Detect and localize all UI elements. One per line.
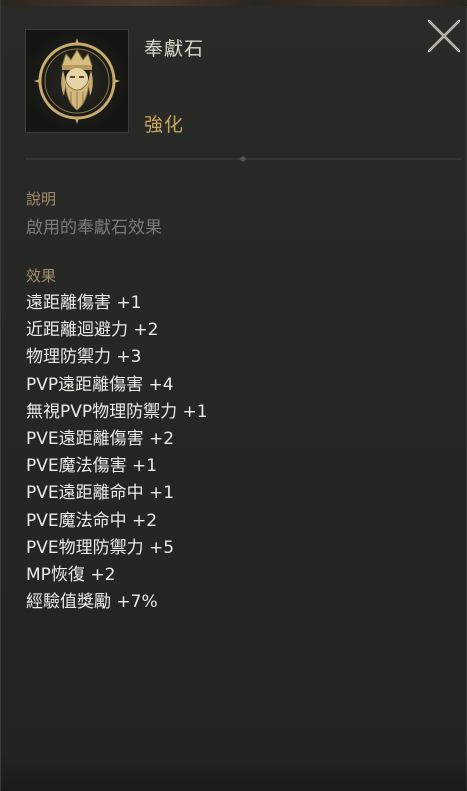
effect-item: 近距離迴避力 +2 (26, 320, 159, 341)
bearded-figure-emblem-icon (26, 30, 128, 132)
item-category: 強化 (144, 114, 185, 136)
bottom-shade (1, 751, 467, 791)
effect-item: 經驗值獎勵 +7% (26, 592, 158, 613)
item-name: 奉獻石 (144, 38, 205, 60)
effect-item: PVE魔法傷害 +1 (26, 456, 158, 477)
effect-item: PVE遠距離傷害 +2 (26, 428, 175, 449)
description-text: 啟用的奉獻石效果 (26, 218, 162, 238)
effect-item: PVP遠距離傷害 +4 (26, 374, 174, 395)
item-icon-frame (25, 29, 129, 133)
top-border-strip (1, 0, 467, 6)
item-tooltip-panel: 奉獻石 強化 說明 啟用的奉獻石效果 效果 遠距離傷害 +1 近距離迴避力 +2… (0, 0, 467, 791)
section-divider (25, 156, 461, 162)
effect-item: MP恢復 +2 (26, 564, 116, 585)
effect-item: 遠距離傷害 +1 (26, 293, 142, 313)
effect-item: PVE遠距離命中 +1 (26, 483, 175, 504)
close-button[interactable] (424, 16, 464, 56)
effect-item: PVE物理防禦力 +5 (26, 537, 175, 558)
description-heading: 說明 (26, 190, 57, 208)
effects-list: 遠距離傷害 +1 近距離迴避力 +2 物理防禦力 +3 PVP遠距離傷害 +4 … (26, 290, 208, 616)
effect-item: PVE魔法命中 +2 (26, 510, 158, 531)
effects-heading: 效果 (26, 267, 57, 285)
effect-item: 無視PVP物理防禦力 +1 (26, 401, 208, 422)
effect-item: 物理防禦力 +3 (26, 347, 142, 368)
close-icon (427, 19, 461, 53)
